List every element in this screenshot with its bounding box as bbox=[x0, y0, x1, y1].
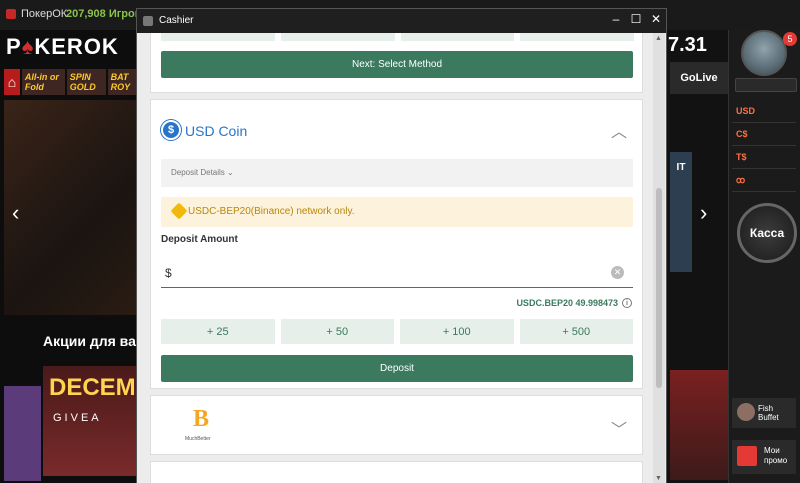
lobby-banner[interactable] bbox=[4, 100, 140, 315]
currency-list: USD C$ T$ ꝏ bbox=[732, 100, 796, 192]
balance-text: USDC.BEP20 49.998473 bbox=[516, 298, 618, 308]
deposit-amount-label: Deposit Amount bbox=[161, 234, 238, 245]
chevron-up-icon[interactable]: ︿ bbox=[611, 118, 627, 142]
usdc-method-card: $ USD Coin ︿ Deposit Details ⌄ USDC-BEP2… bbox=[150, 99, 643, 389]
fish-icon bbox=[737, 403, 755, 421]
binance-icon bbox=[170, 202, 188, 220]
usdc-icon: $ bbox=[161, 120, 181, 140]
fish-buffet-label: Fish Buffet bbox=[758, 404, 779, 422]
game-tile[interactable]: All-in or Fold bbox=[21, 69, 65, 95]
quick-amount-500[interactable]: + 500 bbox=[519, 319, 633, 344]
promo-card-subtitle: GIVEA bbox=[53, 412, 102, 424]
promo-heading: Акции для ва bbox=[43, 333, 136, 349]
cashier-window-controls: – ☐ ✕ bbox=[610, 12, 662, 26]
method-name: USD Coin bbox=[185, 123, 248, 139]
account-name-bar[interactable] bbox=[735, 78, 797, 92]
right-promo-card[interactable] bbox=[670, 370, 728, 480]
logo-part: KEROK bbox=[34, 34, 119, 59]
quick-amount-100[interactable]: + 100 bbox=[400, 319, 514, 344]
logo-spade: ♠ bbox=[21, 34, 35, 59]
golive-tile[interactable]: GoLive bbox=[670, 62, 728, 94]
prev-quick-amounts bbox=[161, 33, 634, 41]
cashier-titlebar: Cashier – ☐ ✕ bbox=[137, 9, 666, 33]
banner-next-icon[interactable]: › bbox=[700, 200, 707, 226]
scrollbar-thumb[interactable] bbox=[656, 188, 662, 388]
jackpot-number: 7.31 bbox=[668, 34, 707, 56]
quick-amount-50[interactable]: + 50 bbox=[280, 319, 394, 344]
currency-cad[interactable]: C$ bbox=[732, 123, 796, 146]
notification-badge[interactable]: 5 bbox=[783, 32, 797, 46]
banner-prev-icon[interactable]: ‹ bbox=[12, 200, 19, 226]
game-tile[interactable]: SPIN GOLD bbox=[66, 69, 106, 95]
app-icon bbox=[6, 9, 16, 19]
right-banner[interactable]: IT bbox=[670, 152, 692, 272]
cashier-app-icon bbox=[143, 16, 153, 26]
info-icon[interactable]: i bbox=[622, 298, 632, 308]
prev-quick-amount[interactable] bbox=[161, 33, 275, 41]
scroll-down-icon[interactable]: ▼ bbox=[655, 475, 662, 482]
muchbetter-name: MuchBetter bbox=[185, 436, 211, 442]
minimize-icon[interactable]: – bbox=[610, 12, 622, 26]
app-name: ПокерОК bbox=[6, 8, 67, 20]
network-notice-text: USDC-BEP20(Binance) network only. bbox=[188, 206, 355, 217]
currency-other[interactable]: ꝏ bbox=[732, 169, 796, 192]
chevron-down-icon[interactable]: ﹀ bbox=[611, 416, 627, 440]
next-method-card[interactable] bbox=[150, 461, 643, 483]
promo-card-side[interactable] bbox=[4, 386, 41, 481]
maximize-icon[interactable]: ☐ bbox=[630, 12, 642, 26]
scroll-up-icon[interactable]: ▲ bbox=[655, 35, 662, 42]
screen: ПокерОК 207,908 Игроков с P♠KEROK ⌂ All-… bbox=[0, 0, 800, 483]
avatar[interactable] bbox=[741, 30, 787, 76]
muchbetter-symbol: B bbox=[193, 406, 210, 432]
deposit-amount-input[interactable] bbox=[161, 258, 633, 288]
my-promos-button[interactable]: Мои промо bbox=[732, 440, 796, 474]
scrollbar[interactable]: ▲ ▼ bbox=[653, 33, 665, 483]
cashier-window: Cashier – ☐ ✕ Next: Select Method $ USD … bbox=[136, 8, 667, 483]
pokerok-logo: P♠KEROK bbox=[6, 34, 119, 60]
prev-quick-amount[interactable] bbox=[280, 33, 395, 41]
my-promos-label: Мои промо bbox=[764, 446, 788, 465]
quick-amounts: + 25 + 50 + 100 + 500 bbox=[161, 319, 633, 344]
cashier-title: Cashier bbox=[159, 15, 194, 26]
fish-buffet-button[interactable]: Fish Buffet bbox=[732, 398, 796, 428]
app-title: ПокерОК bbox=[21, 8, 68, 20]
currency-tdollar[interactable]: T$ bbox=[732, 146, 796, 169]
deposit-details-toggle[interactable]: Deposit Details ⌄ bbox=[161, 159, 633, 187]
prev-quick-amount[interactable] bbox=[400, 33, 515, 41]
wallet-balance: USDC.BEP20 49.998473 i bbox=[516, 298, 632, 308]
gift-icon bbox=[737, 446, 757, 466]
logo-part: P bbox=[6, 34, 22, 59]
muchbetter-logo: B MuchBetter bbox=[185, 406, 219, 442]
network-notice: USDC-BEP20(Binance) network only. bbox=[161, 197, 633, 227]
currency-usd[interactable]: USD bbox=[732, 100, 796, 123]
clear-input-icon[interactable]: ✕ bbox=[611, 266, 624, 279]
prev-quick-amount[interactable] bbox=[520, 33, 634, 41]
promo-card[interactable]: DECEM GIVEA bbox=[43, 366, 138, 476]
promo-card-title: DECEM bbox=[49, 374, 136, 401]
cashier-content: Next: Select Method $ USD Coin ︿ Deposit… bbox=[137, 33, 666, 483]
muchbetter-method-card[interactable]: B MuchBetter ﹀ bbox=[150, 395, 643, 455]
home-icon[interactable]: ⌂ bbox=[4, 69, 20, 95]
games-strip: ⌂ All-in or Fold SPIN GOLD BAT ROY bbox=[4, 69, 140, 95]
cashier-button[interactable]: Касса bbox=[737, 203, 797, 263]
quick-amount-25[interactable]: + 25 bbox=[161, 319, 275, 344]
next-select-method-button[interactable]: Next: Select Method bbox=[161, 51, 633, 78]
prev-method-card: Next: Select Method bbox=[150, 33, 643, 93]
close-icon[interactable]: ✕ bbox=[650, 12, 662, 26]
deposit-button[interactable]: Deposit bbox=[161, 355, 633, 382]
